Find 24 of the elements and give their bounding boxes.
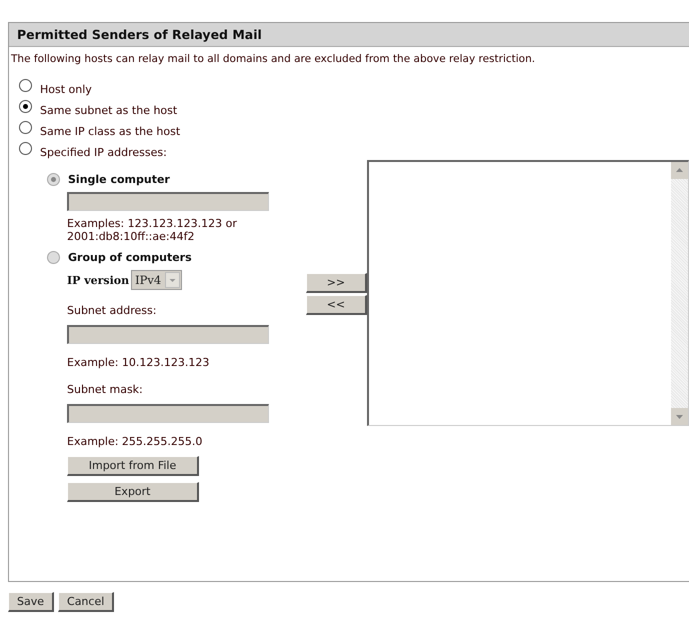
description: The following hosts can relay mail to all domains and are excluded from the above relay restriction. [10,52,536,67]
file-button[interactable]: Import from File [67,456,199,476]
field-label: Subnet address: [67,304,158,317]
move-button[interactable]: >> [306,273,367,293]
scroll-down-icon[interactable] [671,408,688,425]
radio-label[interactable]: Same IP class as the host [40,125,180,138]
radio-label[interactable]: Same subnet as the host [40,104,178,117]
radio-button[interactable] [19,79,32,92]
field-label: IP version [67,274,130,286]
radio-button[interactable] [19,121,32,134]
field-label: Subnet mask: [67,383,144,396]
hint-text: Example: 10.123.123.123 [67,356,210,369]
radio-button[interactable] [19,142,32,155]
panel-title: Permitted Senders of Relayed Mail [9,23,689,47]
radio-label[interactable]: Host only [40,83,92,96]
radio-button[interactable] [19,100,32,113]
hint-text: Example: 255.255.255.0 [67,435,204,448]
radio-label[interactable]: Specified IP addresses: [40,146,167,159]
move-button[interactable]: << [306,295,367,315]
footer-button[interactable]: Save [8,592,54,612]
footer-button[interactable]: Cancel [58,592,114,612]
file-button[interactable]: Export [67,482,199,502]
scroll-up-icon[interactable] [671,162,688,179]
hint-text: Examples: 123.123.123.123 or 2001:db8:10ff::ae:44f2 [67,217,238,243]
